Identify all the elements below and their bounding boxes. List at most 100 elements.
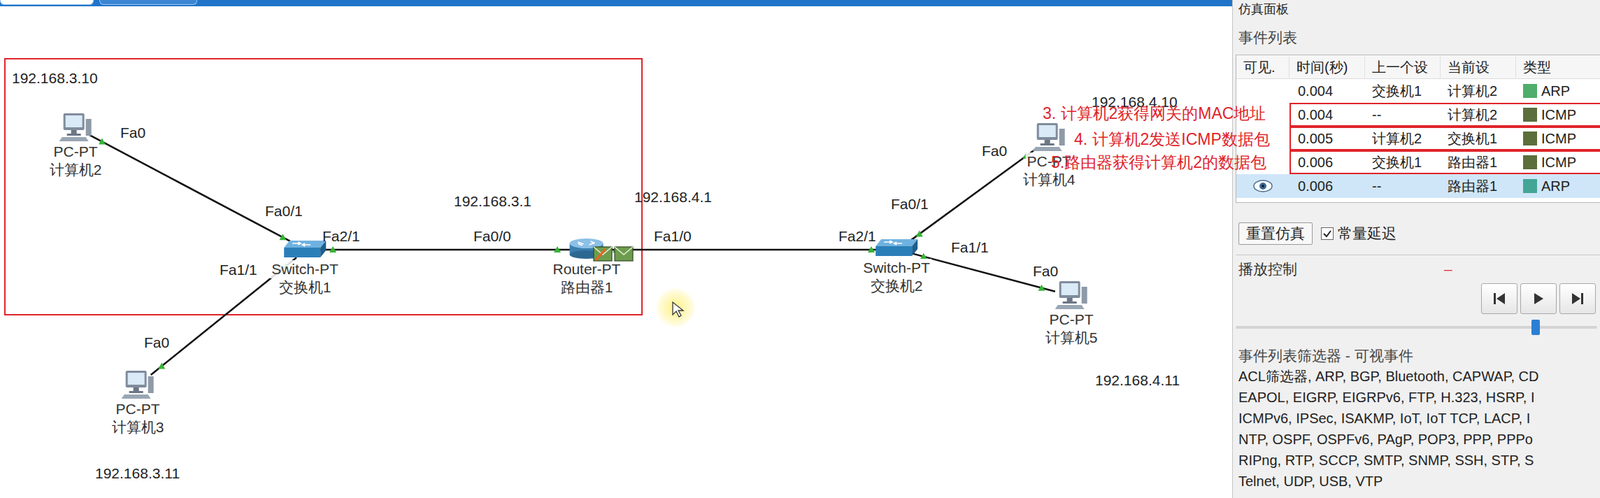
column-header[interactable]: 类型 [1516,56,1600,78]
port-label: Fa0/1 [890,195,929,213]
device-model: PC-PT [114,400,162,419]
last-device-cell: 计算机2 [1365,127,1441,149]
current-device-cell: 计算机2 [1440,80,1517,102]
column-header[interactable]: 时间(秒) [1289,56,1366,78]
slider-track [1235,325,1598,329]
column-header[interactable]: 可见. [1236,56,1290,78]
column-header[interactable]: 上一个设 [1365,56,1441,78]
play-button[interactable] [1520,283,1557,314]
event-row[interactable]: 0.004交换机1计算机2ARP [1236,79,1600,103]
device-node[interactable]: Switch-PT交换机1 [269,237,340,297]
device-name: 计算机4 [1021,170,1077,189]
event-row[interactable]: 0.006--路由器1ARP [1236,174,1600,198]
device-name: 计算机2 [48,160,104,180]
port-label: Fa0/0 [473,227,512,245]
topology-canvas[interactable]: PC-PT计算机2PC-PT计算机3Switch-PT交换机1Router-PT… [0,6,1233,498]
time-cell: 0.005 [1290,127,1366,149]
playback-indicator: – [1444,259,1453,280]
device-node[interactable]: PC-PT计算机5 [1044,279,1100,347]
current-device-cell: 路由器1 [1440,151,1517,173]
last-device-cell: 交换机1 [1365,151,1441,173]
packet-envelope-icon[interactable] [613,246,634,262]
device-node[interactable]: Switch-PT交换机2 [861,236,932,296]
event-row[interactable]: 0.005计算机2交换机1ICMP [1236,126,1600,151]
checkbox-box[interactable] [1320,227,1334,240]
filter-line[interactable]: EAPOL, EIGRP, EIGRPv6, FTP, H.323, HSRP,… [1235,386,1600,408]
link[interactable] [318,246,572,253]
event-cells: 0.006交换机1路由器1ICMP [1289,150,1600,175]
filter-line[interactable]: ACL筛选器, ARP, BGP, Bluetooth, CAPWAP, CD [1235,365,1600,387]
device-model: PC-PT [52,142,100,161]
event-list-label: 事件列表 [1235,27,1600,48]
forward-button[interactable] [1559,283,1596,314]
type-swatch [1523,107,1538,122]
top-tab[interactable] [99,0,198,5]
filter-line[interactable]: NTP, OSPF, OSPFv6, PAgP, POP3, PPP, PPPo [1235,428,1600,450]
packet-envelope-icon[interactable] [593,246,613,262]
pc-icon [120,369,156,400]
step-back-icon [1490,290,1508,307]
eye-icon[interactable] [1252,179,1274,194]
playback-header: 播放控制– [1235,259,1600,280]
link[interactable] [908,147,1038,242]
slider-thumb[interactable] [1531,319,1540,335]
ip-label: 192.168.3.11 [95,465,180,482]
speed-slider[interactable] [1235,319,1598,335]
cursor-highlight [655,288,696,328]
link[interactable] [602,246,886,253]
time-cell: 0.004 [1290,80,1366,102]
device-model: PC-PT [1048,310,1096,329]
event-row[interactable]: 0.004--计算机2ICMP [1236,102,1600,127]
device-name: 交换机2 [869,276,925,296]
type-swatch [1523,179,1538,194]
ip-label: 192.168.4.11 [1095,372,1180,389]
workspace: PC-PT计算机2PC-PT计算机3Switch-PT交换机1Router-PT… [0,0,1233,498]
filter-line[interactable]: ICMPv6, IPSec, ISAKMP, IoT, IoT TCP, LAC… [1235,407,1600,429]
device-model: Switch-PT [269,260,340,279]
back-button[interactable] [1481,283,1518,314]
packets [593,246,634,262]
filter-line[interactable]: RIPng, RTP, SCCP, SMTP, SNMP, SSH, STP, … [1235,449,1600,471]
device-name: 交换机1 [277,278,333,297]
event-table: 可见.时间(秒)上一个设当前设类型0.004交换机1计算机2ARP0.004--… [1235,54,1600,203]
current-device-cell: 计算机2 [1440,104,1517,126]
simulation-panel: 仿真面板事件列表可见.时间(秒)上一个设当前设类型0.004交换机1计算机2AR… [1232,0,1600,498]
step-forward-icon [1569,290,1587,307]
table-header: 可见.时间(秒)上一个设当前设类型 [1236,55,1600,80]
type-cell: ARP [1516,80,1600,102]
link[interactable] [89,134,296,244]
type-swatch [1523,83,1538,98]
port-label: Fa0 [981,142,1007,160]
current-device-cell: 路由器1 [1440,175,1517,197]
device-node[interactable]: Router-PT路由器1 [551,236,623,297]
reset-button[interactable]: 重置仿真 [1238,222,1313,245]
visible-cell[interactable] [1236,174,1290,198]
type-cell: ICMP [1516,104,1600,126]
port-label: Fa2/1 [322,227,361,245]
type-swatch [1523,155,1538,170]
time-cell: 0.006 [1290,151,1366,173]
top-tab[interactable] [0,0,94,5]
column-header[interactable]: 当前设 [1440,56,1517,78]
filter-line[interactable]: Telnet, UDP, USB, VTP [1235,470,1600,492]
annotation: 3. 计算机2获得网关的MAC地址 [1042,103,1266,124]
event-cells: 0.004交换机1计算机2ARP [1289,79,1600,103]
device-node[interactable]: PC-PT计算机2 [48,111,104,180]
annotation: 5.路由器获得计算机2的数据包 [1051,152,1267,173]
port-label: Fa1/1 [951,239,989,256]
constant-delay-checkbox[interactable]: 常量延迟 [1320,224,1397,243]
top-bar [0,0,1233,7]
visible-cell[interactable] [1236,79,1290,103]
current-device-cell: 交换机1 [1440,127,1517,149]
annotation: 4. 计算机2发送ICMP数据包 [1074,129,1270,149]
controls-row: 重置仿真常量延迟 [1235,222,1600,245]
switch-icon [282,237,328,261]
device-node[interactable]: PC-PT计算机3 [110,369,166,437]
event-cells: 0.006--路由器1ARP [1289,174,1600,198]
event-row[interactable]: 0.006交换机1路由器1ICMP [1236,150,1600,175]
last-device-cell: 交换机1 [1365,80,1441,102]
port-label: Fa0 [1032,262,1059,280]
pc-icon [58,111,94,143]
port-label: Fa0/1 [265,202,303,220]
event-cells: 0.005计算机2交换机1ICMP [1289,126,1600,151]
